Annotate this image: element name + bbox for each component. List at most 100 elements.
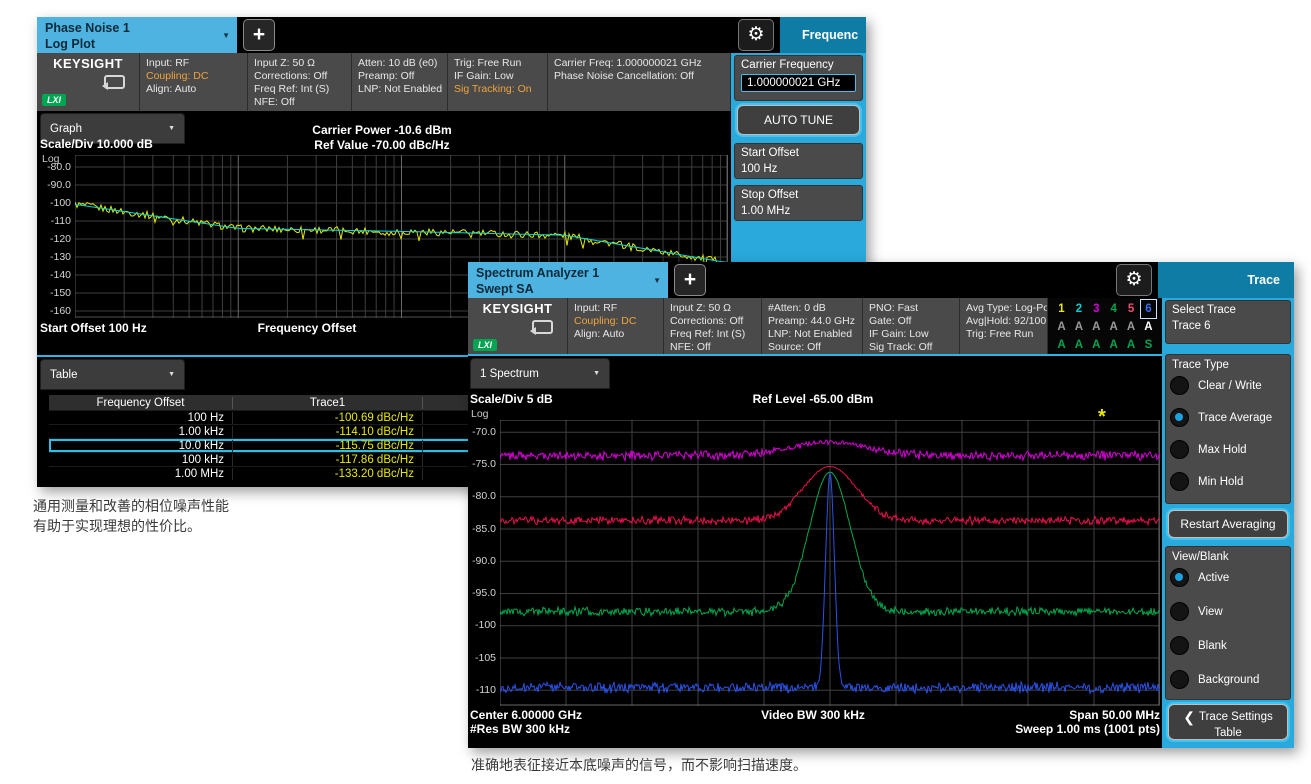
tab-subtitle: Swept SA bbox=[476, 281, 660, 297]
trace-panel: Select Trace Trace 6 Trace Type Restart … bbox=[1162, 298, 1294, 748]
radio-trace-average[interactable]: Trace Average bbox=[1170, 408, 1272, 427]
register-row: 123456 bbox=[1054, 300, 1156, 318]
radio-label: Clear / Write bbox=[1198, 380, 1262, 392]
settings-line: Gate: Off bbox=[869, 315, 953, 328]
settings-line: Align: Auto bbox=[574, 328, 657, 341]
cell-trace1: -114.10 dBc/Hz bbox=[232, 426, 422, 438]
table-view-dropdown[interactable]: Table ▼ bbox=[40, 359, 185, 390]
lxi-badge: LXI bbox=[473, 339, 497, 351]
tab-frequency[interactable]: Frequenc bbox=[780, 17, 866, 53]
caption-phase-noise: 通用测量和改善的相位噪声性能 有助于实现理想的性价比。 bbox=[33, 497, 229, 536]
keysight-logo: KEYSIGHT bbox=[468, 298, 567, 316]
y-tick-label: -95.0 bbox=[468, 587, 496, 599]
start-offset-axis-label: Start Offset 100 Hz bbox=[40, 321, 147, 335]
radio-icon bbox=[1170, 636, 1189, 655]
tab-phase-noise[interactable]: Phase Noise 1 Log Plot ▼ bbox=[37, 17, 237, 53]
frequency-offset-axis-label: Frequency Offset bbox=[177, 321, 437, 335]
register-cell: 1 bbox=[1054, 300, 1069, 318]
cell-frequency-offset: 1.00 kHz bbox=[49, 426, 232, 438]
btn-line2: Table bbox=[1214, 727, 1242, 739]
radio-label: Active bbox=[1198, 572, 1229, 584]
register-cell: A bbox=[1124, 318, 1139, 336]
settings-line: Corrections: Off bbox=[670, 315, 755, 328]
tab-trace[interactable]: Trace bbox=[1158, 262, 1294, 298]
radio-max-hold[interactable]: Max Hold bbox=[1170, 440, 1247, 459]
tab-bar: Spectrum Analyzer 1 Swept SA ▼ + ⚙ Trace bbox=[468, 262, 1294, 298]
radio-icon bbox=[1170, 670, 1189, 689]
settings-column: Carrier Freq: 1.000000021 GHzPhase Noise… bbox=[548, 53, 731, 111]
radio-label: View bbox=[1198, 606, 1223, 618]
cell-frequency-offset: 10.0 kHz bbox=[49, 440, 232, 452]
gear-icon: ⚙ bbox=[747, 24, 764, 45]
register-cell: A bbox=[1071, 336, 1086, 354]
settings-gear-button[interactable]: ⚙ bbox=[1116, 264, 1152, 296]
chevron-down-icon: ▼ bbox=[653, 276, 661, 286]
restart-averaging-button[interactable]: Restart Averaging bbox=[1168, 510, 1288, 538]
y-tick-label: -80.0 bbox=[39, 161, 71, 173]
settings-column: #Atten: 0 dBPreamp: 44.0 GHzLNP: Not Ena… bbox=[762, 298, 863, 356]
stop-offset-label: Stop Offset bbox=[741, 189, 856, 201]
spectrum-window: Spectrum Analyzer 1 Swept SA ▼ + ⚙ Trace… bbox=[468, 262, 1294, 748]
register-cell: 6 bbox=[1141, 300, 1156, 318]
radio-icon bbox=[1170, 408, 1189, 427]
table-header-cell: Frequency Offset bbox=[49, 397, 232, 409]
settings-column: Atten: 10 dB (e0)Preamp: OffLNP: Not Ena… bbox=[352, 53, 448, 111]
spectrum-view-dropdown[interactable]: 1 Spectrum ▼ bbox=[470, 358, 610, 389]
add-tab-button[interactable]: + bbox=[674, 264, 706, 296]
settings-line: Preamp: Off bbox=[358, 70, 441, 83]
spectrum-view-label: 1 Spectrum bbox=[480, 368, 539, 380]
settings-line: Atten: 10 dB (e0) bbox=[358, 57, 441, 70]
carrier-power-label: Carrier Power -10.6 dBm bbox=[217, 123, 547, 137]
radio-icon bbox=[1170, 472, 1189, 491]
settings-line: Trig: Free Run bbox=[966, 328, 1041, 341]
settings-line: LNP: Not Enabled bbox=[358, 83, 441, 96]
start-offset-value: 100 Hz bbox=[741, 163, 856, 175]
start-offset-key[interactable]: Start Offset 100 Hz bbox=[734, 143, 863, 179]
settings-line: Avg|Hold: 92/100 bbox=[966, 315, 1041, 328]
settings-gear-button[interactable]: ⚙ bbox=[738, 19, 774, 51]
radio-background[interactable]: Background bbox=[1170, 670, 1259, 689]
carrier-frequency-label: Carrier Frequency bbox=[741, 59, 856, 71]
keysight-block: KEYSIGHT LXI bbox=[37, 53, 140, 111]
y-tick-label: -120 bbox=[39, 233, 71, 245]
settings-line: Sig Tracking: On bbox=[454, 83, 541, 96]
radio-label: Trace Average bbox=[1198, 412, 1272, 424]
settings-bar: KEYSIGHT LXI Input: RFCoupling: DCAlign:… bbox=[37, 53, 731, 111]
trace-settings-table-button[interactable]: ❮Trace Settings Table bbox=[1168, 704, 1288, 740]
carrier-frequency-input[interactable]: 1.000000021 GHz bbox=[741, 74, 856, 92]
radio-label: Max Hold bbox=[1198, 444, 1247, 456]
radio-clear-write[interactable]: Clear / Write bbox=[1170, 376, 1262, 395]
tab-spectrum-analyzer[interactable]: Spectrum Analyzer 1 Swept SA ▼ bbox=[468, 262, 668, 298]
settings-columns: Input: RFCoupling: DCAlign: AutoInput Z:… bbox=[140, 53, 731, 111]
y-tick-label: -105 bbox=[468, 652, 496, 664]
select-trace-key[interactable]: Select Trace Trace 6 bbox=[1165, 300, 1291, 344]
cell-trace1: -115.75 dBc/Hz bbox=[232, 440, 422, 452]
radio-active[interactable]: Active bbox=[1170, 568, 1229, 587]
register-cell: 3 bbox=[1089, 300, 1104, 318]
radio-min-hold[interactable]: Min Hold bbox=[1170, 472, 1243, 491]
stop-offset-key[interactable]: Stop Offset 1.00 MHz bbox=[734, 185, 863, 221]
add-tab-button[interactable]: + bbox=[243, 19, 275, 51]
auto-tune-button[interactable]: AUTO TUNE bbox=[737, 105, 860, 135]
settings-line: IF Gain: Low bbox=[869, 328, 953, 341]
register-cell: A bbox=[1054, 336, 1069, 354]
radio-icon bbox=[1170, 568, 1189, 587]
tab-subtitle: Log Plot bbox=[45, 36, 229, 52]
radio-label: Min Hold bbox=[1198, 476, 1243, 488]
settings-line: Corrections: Off bbox=[254, 70, 345, 83]
y-tick-label: -130 bbox=[39, 251, 71, 263]
settings-line: Source: Off bbox=[768, 341, 856, 354]
trace-register[interactable]: 123456AAAAAAAAAAAS bbox=[1048, 298, 1162, 356]
y-tick-label: -70.0 bbox=[468, 426, 496, 438]
register-cell: A bbox=[1141, 318, 1156, 336]
radio-label: Background bbox=[1198, 674, 1259, 686]
radio-blank[interactable]: Blank bbox=[1170, 636, 1227, 655]
carrier-frequency-key[interactable]: Carrier Frequency 1.000000021 GHz bbox=[734, 55, 863, 101]
settings-line: NFE: Off bbox=[670, 341, 755, 354]
settings-line: Input Z: 50 Ω bbox=[254, 57, 345, 70]
start-offset-label: Start Offset bbox=[741, 147, 856, 159]
radio-view[interactable]: View bbox=[1170, 602, 1223, 621]
y-tick-label: -160 bbox=[39, 305, 71, 317]
settings-line: Preamp: 44.0 GHz bbox=[768, 315, 856, 328]
settings-column: PNO: FastGate: OffIF Gain: LowSig Track:… bbox=[863, 298, 960, 356]
